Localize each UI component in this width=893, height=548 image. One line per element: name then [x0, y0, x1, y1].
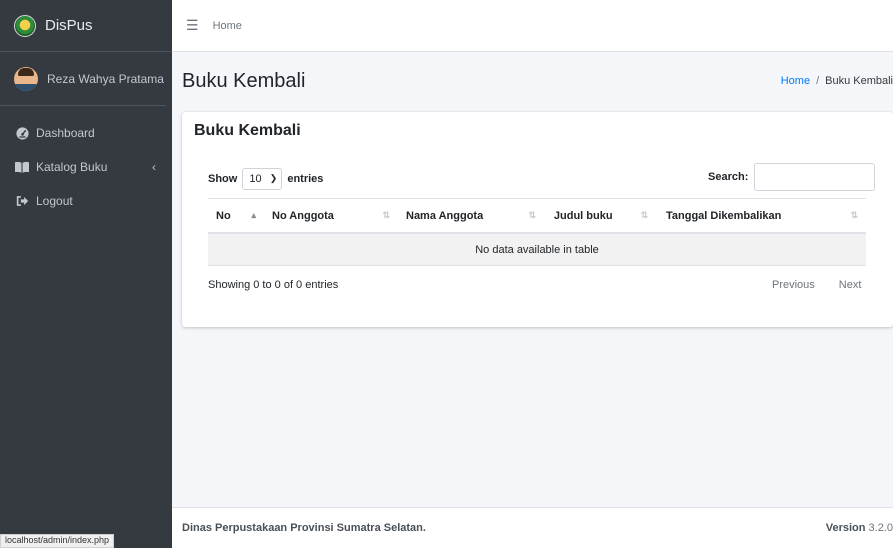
sort-icon: ⇅	[640, 210, 649, 220]
search-label: Search:	[708, 171, 749, 183]
column-header-no-anggota[interactable]: No Anggota ⇅	[264, 199, 398, 232]
entries-length-value: 10	[249, 173, 262, 185]
brand-name: DisPus	[45, 17, 93, 34]
sidebar-item-label: Dashboard	[36, 126, 95, 140]
avatar	[14, 66, 38, 91]
pagination-previous-button[interactable]: Previous	[772, 279, 815, 291]
table-search-control: Search:	[708, 163, 876, 191]
brand-link[interactable]: DisPus	[0, 0, 172, 52]
column-header-no[interactable]: No ▴	[208, 199, 264, 232]
table-info: Showing 0 to 0 of 0 entries	[208, 279, 339, 291]
top-nav-home-link[interactable]: Home	[213, 20, 242, 32]
sort-icon: ⇅	[528, 210, 536, 220]
breadcrumb-home-link[interactable]: Home	[781, 75, 810, 87]
sort-icon: ⇅	[382, 210, 390, 220]
table-empty-row: No data available in table	[208, 234, 866, 266]
tachometer-icon	[14, 126, 30, 140]
brand-logo	[14, 14, 36, 37]
breadcrumb-separator: /	[816, 75, 820, 87]
entries-length-control: Show 10 ❯ entries	[208, 168, 323, 190]
sidebar-item-logout[interactable]: Logout	[0, 184, 172, 218]
main-footer: Dinas Perpustakaan Provinsi Sumatra Sela…	[172, 507, 893, 548]
content-header: Buku Kembali Home / Buku Kembali	[172, 52, 893, 110]
search-input[interactable]	[754, 163, 876, 191]
sidebar-nav: Dashboard Katalog Buku ‹ Logout	[0, 106, 172, 218]
footer-version: Version 3.2.0	[826, 522, 893, 534]
page-title: Buku Kembali	[182, 69, 306, 92]
version-number: 3.2.0	[868, 522, 893, 534]
entries-label: entries	[287, 173, 324, 185]
card-title: Buku Kembali	[194, 122, 301, 139]
column-label: Judul buku	[553, 209, 613, 222]
sort-asc-icon: ▴	[251, 210, 256, 220]
footer-text: Dinas Perpustakaan Provinsi Sumatra Sela…	[182, 522, 426, 534]
column-label: Nama Anggota	[406, 209, 484, 222]
user-panel[interactable]: Reza Wahya Pratama	[0, 52, 166, 106]
chevron-left-icon: ‹	[152, 160, 156, 174]
top-navbar: ☰ Home	[172, 0, 893, 52]
table-header-row: No ▴ No Anggota ⇅ Nama Anggota ⇅ Judul b…	[208, 198, 866, 234]
sort-icon: ⇅	[850, 210, 858, 220]
column-label: No Anggota	[272, 209, 334, 222]
sidebar-item-dashboard[interactable]: Dashboard	[0, 116, 172, 150]
column-header-tanggal-dikembalikan[interactable]: Tanggal Dikembalikan ⇅	[658, 199, 866, 232]
show-label: Show	[208, 173, 238, 185]
hamburger-menu-icon[interactable]: ☰	[186, 17, 199, 34]
user-name[interactable]: Reza Wahya Pratama	[47, 72, 164, 86]
pagination: Previous Next	[772, 279, 861, 291]
breadcrumb-active: Buku Kembali	[825, 75, 893, 87]
sign-out-icon	[14, 195, 30, 207]
sidebar-item-katalog-buku[interactable]: Katalog Buku ‹	[0, 150, 172, 184]
column-label: No	[216, 209, 231, 222]
breadcrumb: Home / Buku Kembali	[781, 75, 893, 87]
column-label: Tanggal Dikembalikan	[666, 209, 782, 222]
book-icon	[14, 161, 30, 173]
sidebar-item-label: Logout	[36, 194, 73, 208]
version-label: Version	[825, 522, 866, 534]
status-bar-url: localhost/admin/index.php	[0, 534, 115, 548]
column-header-judul-buku[interactable]: Judul buku ⇅	[544, 199, 658, 232]
main-sidebar: DisPus Reza Wahya Pratama Dashboard Kata…	[0, 0, 172, 548]
chevron-down-icon: ❯	[269, 173, 278, 183]
entries-length-select[interactable]: 10 ❯	[242, 168, 283, 190]
data-table: No ▴ No Anggota ⇅ Nama Anggota ⇅ Judul b…	[208, 198, 866, 266]
column-header-nama-anggota[interactable]: Nama Anggota ⇅	[398, 199, 544, 232]
pagination-next-button[interactable]: Next	[839, 279, 862, 291]
sidebar-item-label: Katalog Buku	[36, 160, 108, 174]
buku-kembali-card: Buku Kembali Show 10 ❯ entries Search: N…	[182, 112, 893, 327]
